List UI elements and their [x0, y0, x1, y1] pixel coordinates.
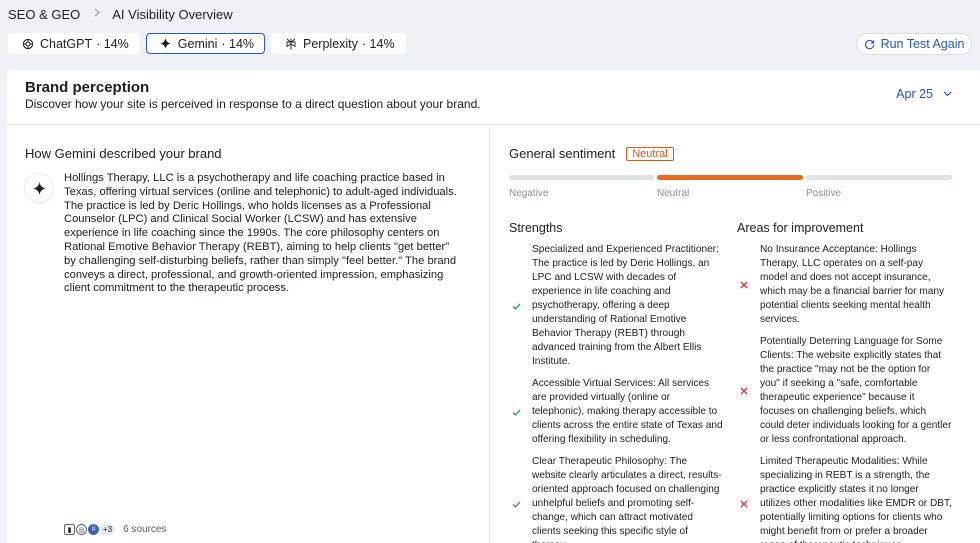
card-subtitle: Discover how your site is perceived in r…	[25, 97, 481, 111]
improvement-text: No Insurance Acceptance: Hollings Therap…	[760, 244, 945, 325]
check-icon	[511, 499, 521, 509]
refresh-icon	[864, 39, 874, 49]
sources-count: 6 sources	[123, 524, 167, 535]
gemini-sparkle-icon	[159, 37, 172, 50]
card-title: Brand perception	[25, 79, 150, 96]
tab-label: Perplexity	[303, 36, 358, 51]
strength-item: Specialized and Experienced Practitioner…	[509, 243, 724, 369]
tab-label: Gemini	[177, 36, 218, 51]
tab-chatgpt[interactable]: ChatGPT · 14%	[8, 33, 140, 54]
breadcrumb-current: AI Visibility Overview	[112, 6, 233, 22]
breadcrumb-root[interactable]: SEO & GEO	[8, 7, 80, 22]
date-selector[interactable]: Apr 25	[896, 87, 952, 101]
run-test-again-button[interactable]: Run Test Again	[856, 33, 972, 55]
improvements-title: Areas for improvement	[737, 221, 864, 235]
improvements-list: No Insurance Acceptance: Hollings Therap…	[737, 243, 952, 543]
run-test-label: Run Test Again	[880, 37, 965, 51]
sentiment-bar-positive	[806, 175, 952, 180]
gemini-sparkle-icon	[32, 181, 46, 195]
breadcrumb: SEO & GEO AI Visibility Overview	[0, 0, 980, 28]
strength-text: Accessible Virtual Services: All service…	[532, 378, 723, 445]
sentiment-label-positive: Positive	[806, 188, 842, 199]
cross-icon	[739, 499, 749, 509]
check-icon	[511, 407, 521, 417]
cross-icon	[739, 386, 749, 396]
sentiment-panel: General sentiment Neutral Negative Neutr…	[491, 126, 980, 543]
tab-score: · 14%	[221, 36, 255, 51]
tab-score: · 14%	[96, 36, 129, 51]
strength-text: Clear Therapeutic Philosophy: The websit…	[532, 456, 722, 543]
sources-link[interactable]: ▮ ◎ ii +3 6 sources	[64, 524, 166, 535]
check-icon	[511, 301, 521, 311]
chevron-down-icon	[943, 91, 952, 97]
description-title: How Gemini described your brand	[25, 146, 222, 161]
perplexity-icon	[284, 37, 297, 50]
cross-icon	[739, 280, 749, 290]
card-header: Brand perception Discover how your site …	[7, 70, 980, 125]
brand-description-panel: How Gemini described your brand Hollings…	[7, 126, 490, 543]
sentiment-bar-negative	[509, 175, 654, 180]
tab-score: · 14%	[361, 36, 395, 51]
sentiment-bar-neutral	[657, 175, 803, 180]
source-favicon-icon: ◎	[76, 524, 87, 535]
strengths-list: Specialized and Experienced Practitioner…	[509, 243, 724, 543]
strength-item: Clear Therapeutic Philosophy: The websit…	[509, 455, 724, 543]
sentiment-heading: General sentiment	[509, 146, 616, 161]
gemini-avatar	[25, 174, 53, 202]
chevron-right-icon	[94, 8, 101, 20]
date-label: Apr 25	[896, 87, 933, 101]
more-sources-badge: +3	[100, 524, 116, 535]
brand-perception-card: Brand perception Discover how your site …	[7, 70, 980, 543]
brand-description-text: Hollings Therapy, LLC is a psychotherapy…	[64, 172, 457, 295]
improvement-item: Limited Therapeutic Modalities: While sp…	[737, 455, 952, 543]
tab-label: ChatGPT	[40, 36, 93, 51]
sentiment-title: General sentiment Neutral	[509, 146, 674, 161]
engine-tabs: ChatGPT · 14% Gemini · 14% Perplexity · …	[8, 33, 406, 54]
improvement-item: Potentially Deterring Language for Some …	[737, 335, 952, 447]
source-favicon-icon: ▮	[64, 524, 75, 535]
source-icons: ▮ ◎ ii +3	[64, 524, 116, 535]
sentiment-label-neutral: Neutral	[657, 188, 690, 199]
tab-gemini[interactable]: Gemini · 14%	[145, 33, 266, 54]
improvement-text: Potentially Deterring Language for Some …	[760, 336, 952, 445]
source-favicon-icon: ii	[88, 524, 99, 535]
tab-perplexity[interactable]: Perplexity · 14%	[271, 33, 406, 54]
strength-item: Accessible Virtual Services: All service…	[509, 377, 724, 447]
improvement-text: Limited Therapeutic Modalities: While sp…	[760, 456, 952, 543]
strength-text: Specialized and Experienced Practitioner…	[532, 244, 719, 367]
sentiment-badge: Neutral	[626, 146, 674, 161]
strengths-title: Strengths	[509, 221, 563, 235]
sentiment-label-negative: Negative	[509, 188, 549, 199]
openai-icon	[21, 37, 34, 50]
improvement-item: No Insurance Acceptance: Hollings Therap…	[737, 243, 952, 327]
